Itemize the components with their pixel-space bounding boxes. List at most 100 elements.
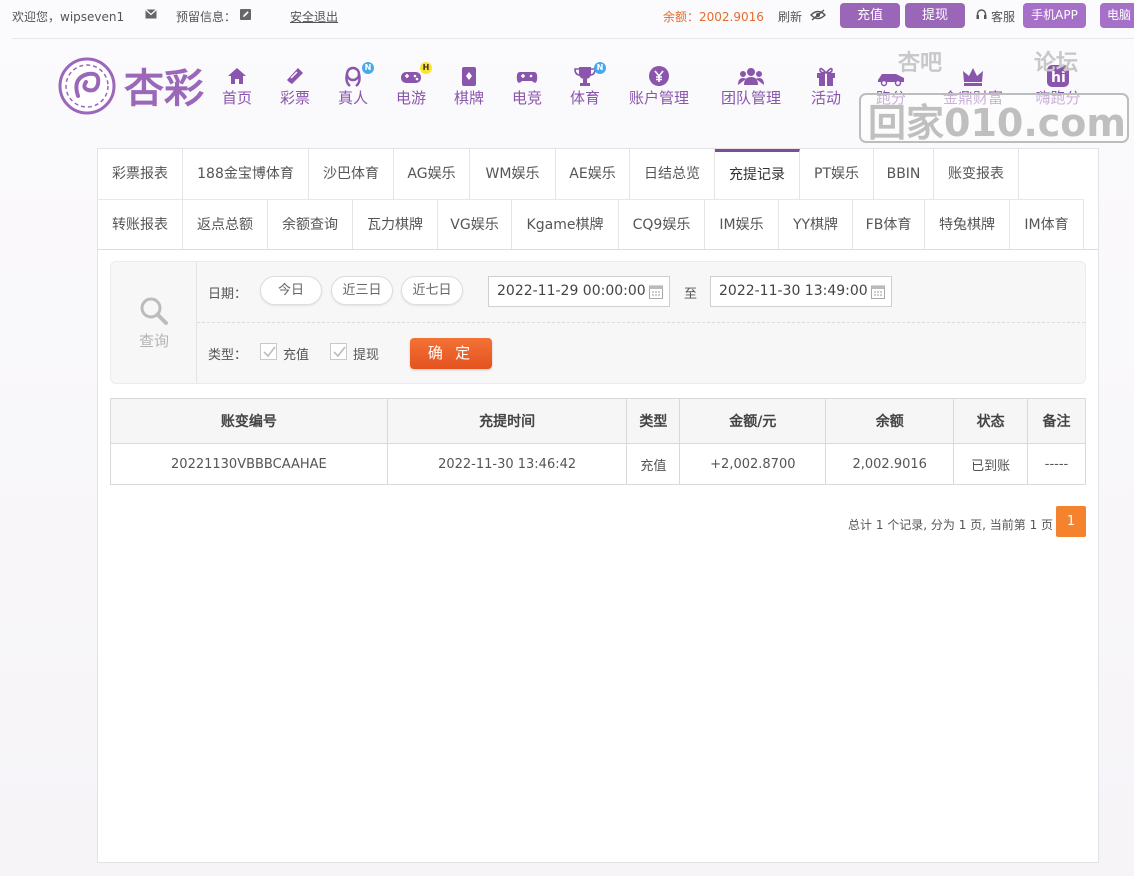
end-date-value: 2022-11-30 13:49:00 bbox=[719, 283, 868, 299]
hi-icon: hi bbox=[1047, 65, 1069, 87]
tab-ag-casino[interactable]: AG娱乐 bbox=[394, 149, 470, 199]
table-row: 20221130VBBBCAAHAE 2022-11-30 13:46:42 充… bbox=[110, 443, 1086, 485]
withdraw-checkbox[interactable] bbox=[330, 343, 347, 360]
nav-sports[interactable]: N 体育 bbox=[566, 62, 606, 108]
type-label: 类型： bbox=[208, 348, 248, 363]
logo-emblem-icon: 杏彩 bbox=[58, 57, 204, 115]
today-button[interactable]: 今日 bbox=[260, 276, 322, 305]
gift-icon bbox=[817, 67, 835, 86]
yen-coin-icon bbox=[649, 66, 669, 86]
calendar-icon[interactable] bbox=[871, 284, 885, 299]
to-label: 至 bbox=[684, 287, 698, 302]
withdraw-button[interactable]: 提现 bbox=[905, 3, 965, 28]
query-filter: 查询 日期： 今日 近三日 近七日 2022-11-29 00:00:00 至 … bbox=[110, 261, 1086, 384]
table-header-row: 账变编号 充提时间 类型 金额/元 余额 状态 备注 bbox=[110, 398, 1086, 444]
end-date-input[interactable]: 2022-11-30 13:49:00 bbox=[710, 276, 892, 307]
pc-client-button[interactable]: 电脑 bbox=[1100, 3, 1134, 28]
withdraw-checkbox-label: 提现 bbox=[353, 348, 380, 363]
last-7-days-button[interactable]: 近七日 bbox=[401, 276, 463, 305]
tab-deposit-withdraw-records[interactable]: 充提记录 bbox=[715, 149, 800, 199]
brand-logo[interactable]: 杏彩 bbox=[58, 56, 213, 118]
time-cell: 2022-11-30 13:46:42 bbox=[386, 443, 628, 485]
search-icon bbox=[140, 297, 168, 325]
calendar-icon[interactable] bbox=[649, 284, 663, 299]
report-tabs: 彩票报表 188金宝博体育 沙巴体育 AG娱乐 WM娱乐 AE娱乐 日结总览 充… bbox=[98, 149, 1098, 250]
tab-transfer-report[interactable]: 转账报表 bbox=[98, 199, 183, 249]
tab-yy-chess[interactable]: YY棋牌 bbox=[779, 199, 853, 249]
welcome-text: 欢迎您，wipseven1 bbox=[12, 10, 125, 24]
nav-live[interactable]: N 真人 bbox=[334, 62, 374, 108]
ticket-icon bbox=[287, 68, 303, 84]
tab-balance-query[interactable]: 余额查询 bbox=[268, 199, 353, 249]
column-header: 充提时间 bbox=[386, 398, 628, 444]
team-icon bbox=[738, 68, 764, 85]
tab-tetu-chess[interactable]: 特兔棋牌 bbox=[925, 199, 1010, 249]
reserved-info-label: 预留信息： bbox=[176, 10, 237, 24]
tab-ae-casino[interactable]: AE娱乐 bbox=[556, 149, 630, 199]
nav-slots[interactable]: H 电游 bbox=[392, 62, 432, 108]
tab-rebate-total[interactable]: 返点总额 bbox=[183, 199, 268, 249]
balance-cell: 2,002.9016 bbox=[825, 443, 955, 485]
filter-divider bbox=[197, 322, 1085, 323]
edit-icon[interactable] bbox=[240, 9, 251, 20]
deposit-checkbox[interactable] bbox=[260, 343, 277, 360]
page-button-1[interactable]: 1 bbox=[1056, 506, 1086, 537]
remark-cell: ----- bbox=[1027, 443, 1086, 485]
car-icon bbox=[878, 74, 904, 87]
nav-esports[interactable]: 电竞 bbox=[508, 64, 546, 108]
confirm-button[interactable]: 确 定 bbox=[410, 338, 492, 369]
tab-bbin[interactable]: BBIN bbox=[874, 149, 934, 199]
last-3-days-button[interactable]: 近三日 bbox=[331, 276, 393, 305]
nav-wealth[interactable]: 金鼎财富 bbox=[938, 64, 1008, 108]
service-link[interactable]: 客服 bbox=[991, 8, 1015, 25]
tab-im-sports[interactable]: IM体育 bbox=[1010, 199, 1084, 249]
column-header: 备注 bbox=[1027, 398, 1086, 444]
nav-lottery[interactable]: 彩票 bbox=[276, 64, 314, 108]
mail-icon[interactable] bbox=[145, 9, 157, 19]
nav-promotions[interactable]: 活动 bbox=[807, 64, 845, 108]
check-icon bbox=[263, 346, 276, 358]
hide-eye-icon[interactable] bbox=[810, 9, 826, 21]
transaction-id-cell: 20221130VBBBCAAHAE bbox=[110, 443, 388, 485]
tab-188bet-sports[interactable]: 188金宝博体育 bbox=[183, 149, 309, 199]
deposit-button[interactable]: 充值 bbox=[840, 3, 900, 28]
top-bar: 欢迎您，wipseven1 预留信息： 安全退出 余额：2002.9016 刷新… bbox=[0, 0, 1134, 32]
tab-fb-sports[interactable]: FB体育 bbox=[853, 199, 925, 249]
tab-pt-casino[interactable]: PT娱乐 bbox=[800, 149, 874, 199]
column-header: 状态 bbox=[953, 398, 1029, 444]
column-header: 账变编号 bbox=[110, 398, 388, 444]
logout-link[interactable]: 安全退出 bbox=[290, 8, 338, 25]
date-label: 日期： bbox=[208, 287, 248, 302]
refresh-label[interactable]: 刷新 bbox=[778, 8, 802, 25]
query-label: 查询 bbox=[138, 332, 169, 350]
amount-cell: +2,002.8700 bbox=[679, 443, 827, 485]
tab-cq9-casino[interactable]: CQ9娱乐 bbox=[619, 199, 705, 249]
tab-lottery-report[interactable]: 彩票报表 bbox=[98, 149, 183, 199]
nav-team[interactable]: 团队管理 bbox=[716, 64, 786, 108]
tab-daily-summary[interactable]: 日结总览 bbox=[630, 149, 715, 199]
query-column: 查询 bbox=[111, 262, 197, 383]
nav-hi-run-score[interactable]: hi 嗨跑分 bbox=[1031, 64, 1085, 108]
nav-chess[interactable]: 棋牌 bbox=[450, 64, 488, 108]
new-badge: N bbox=[362, 62, 374, 74]
start-date-input[interactable]: 2022-11-29 00:00:00 bbox=[488, 276, 670, 307]
nav-account[interactable]: 账户管理 bbox=[624, 64, 694, 108]
headset-icon[interactable] bbox=[976, 9, 987, 20]
tab-kgame-chess[interactable]: Kgame棋牌 bbox=[512, 199, 619, 249]
mobile-app-button[interactable]: 手机APP bbox=[1023, 3, 1086, 28]
tab-saba-sports[interactable]: 沙巴体育 bbox=[309, 149, 394, 199]
controller-icon bbox=[516, 72, 538, 83]
tab-vg-casino[interactable]: VG娱乐 bbox=[438, 199, 512, 249]
nav-home[interactable]: 首页 bbox=[218, 64, 256, 108]
tab-wm-casino[interactable]: WM娱乐 bbox=[470, 149, 556, 199]
top-divider bbox=[12, 38, 1134, 39]
tab-wali-chess[interactable]: 瓦力棋牌 bbox=[353, 199, 438, 249]
tab-account-change-report[interactable]: 账变报表 bbox=[934, 149, 1019, 199]
pagination-summary: 总计 1 个记录, 分为 1 页, 当前第 1 页 bbox=[848, 518, 1054, 532]
start-date-value: 2022-11-29 00:00:00 bbox=[497, 283, 646, 299]
svg-text:hi: hi bbox=[1051, 70, 1066, 86]
column-header: 余额 bbox=[825, 398, 955, 444]
crown-icon bbox=[963, 68, 983, 86]
nav-run-score[interactable]: 跑分 bbox=[872, 64, 910, 108]
tab-im-casino[interactable]: IM娱乐 bbox=[705, 199, 779, 249]
